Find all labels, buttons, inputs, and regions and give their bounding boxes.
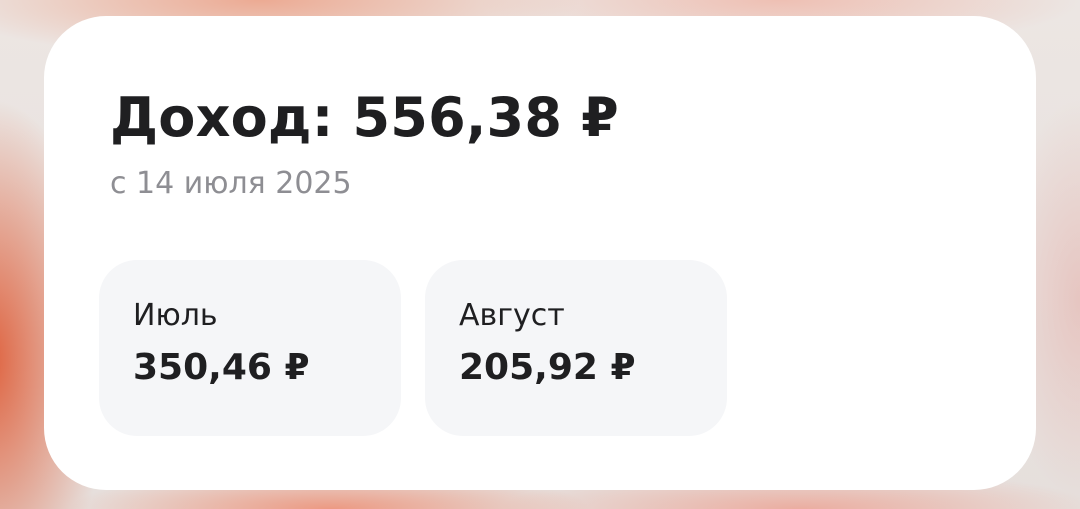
month-amount: 350,46 ₽	[133, 347, 310, 388]
month-label: Август	[459, 298, 565, 333]
income-card: Доход: 556,38 ₽ с 14 июля 2025 Июль 350,…	[44, 16, 1036, 490]
month-tile-july: Июль 350,46 ₽	[99, 260, 401, 436]
month-label: Июль	[133, 298, 218, 333]
income-period: с 14 июля 2025	[110, 166, 352, 201]
income-total: Доход: 556,38 ₽	[110, 86, 619, 149]
month-tile-august: Август 205,92 ₽	[425, 260, 727, 436]
month-amount: 205,92 ₽	[459, 347, 636, 388]
